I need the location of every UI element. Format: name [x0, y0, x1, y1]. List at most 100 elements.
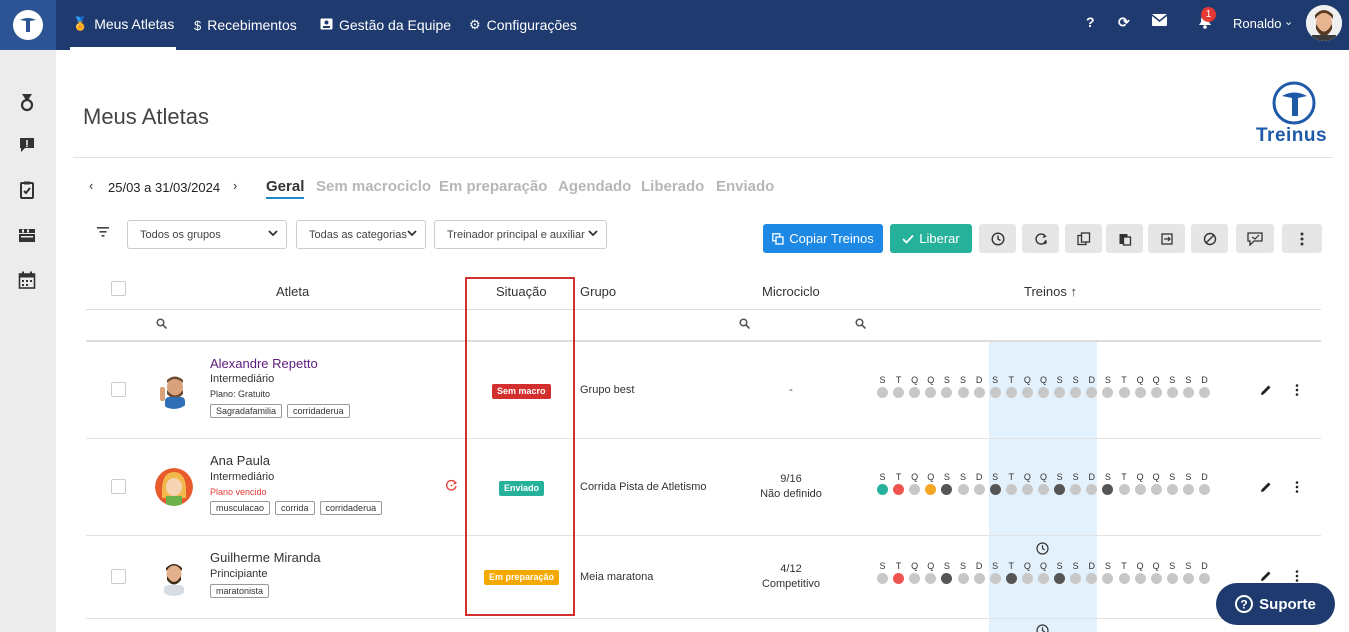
training-dot[interactable]	[1118, 484, 1130, 495]
training-dot[interactable]	[1102, 484, 1114, 495]
search-icon[interactable]	[739, 318, 750, 329]
col-microcycle[interactable]: Microciclo	[762, 284, 820, 299]
user-avatar[interactable]	[1306, 5, 1342, 41]
tab-enviado[interactable]: Enviado	[716, 178, 774, 195]
athlete-name[interactable]: Ana Paula	[210, 453, 270, 468]
row-checkbox[interactable]	[111, 479, 126, 494]
tab-liberado[interactable]: Liberado	[641, 178, 704, 195]
nav-meus-atletas[interactable]: 🏅 Meus Atletas	[70, 0, 177, 50]
training-dot[interactable]	[893, 387, 905, 398]
training-dot[interactable]	[1182, 484, 1194, 495]
training-dot[interactable]	[909, 387, 921, 398]
training-dot[interactable]	[1199, 387, 1210, 398]
training-dot[interactable]	[941, 484, 953, 495]
training-dot[interactable]	[989, 484, 1001, 495]
training-dot[interactable]	[1150, 484, 1162, 495]
training-dot[interactable]	[1005, 387, 1017, 398]
athlete-name-link[interactable]: Alexandre Repetto	[210, 356, 318, 371]
nav-gestao-equipe[interactable]: Gestão da Equipe	[320, 0, 451, 50]
alert-message-icon[interactable]	[17, 135, 37, 155]
training-dot[interactable]	[957, 484, 969, 495]
training-dot[interactable]	[877, 573, 888, 584]
training-dot[interactable]	[1166, 387, 1178, 398]
training-dot[interactable]	[909, 484, 921, 495]
training-dot[interactable]	[1005, 484, 1017, 495]
training-dot[interactable]	[1199, 573, 1210, 584]
training-dot[interactable]	[1021, 573, 1033, 584]
more-actions-button[interactable]	[1282, 224, 1322, 253]
training-dot[interactable]	[973, 573, 985, 584]
training-dot[interactable]	[1182, 387, 1194, 398]
training-dot[interactable]	[893, 573, 905, 584]
row-menu-icon[interactable]	[1295, 481, 1299, 493]
training-dot[interactable]	[1005, 573, 1017, 584]
chevron-right-icon[interactable]: ›	[233, 178, 237, 193]
training-dot[interactable]	[1134, 387, 1146, 398]
mail-icon[interactable]	[1151, 13, 1168, 29]
training-dot[interactable]	[1118, 573, 1130, 584]
filter-icon[interactable]	[97, 227, 109, 237]
training-dot[interactable]	[925, 484, 937, 495]
swap-button[interactable]	[1148, 224, 1185, 253]
row-checkbox[interactable]	[111, 569, 126, 584]
training-dot[interactable]	[877, 484, 888, 495]
col-athlete[interactable]: Atleta	[276, 284, 309, 299]
clipboard-check-icon[interactable]	[17, 180, 37, 200]
nav-recebimentos[interactable]: $ Recebimentos	[194, 0, 297, 50]
training-dot[interactable]	[973, 484, 985, 495]
training-dot[interactable]	[1038, 573, 1049, 584]
training-dot[interactable]	[1150, 387, 1162, 398]
col-group[interactable]: Grupo	[580, 284, 616, 299]
chevron-left-icon[interactable]: ‹	[89, 178, 93, 193]
training-dot[interactable]	[1038, 484, 1049, 495]
row-checkbox[interactable]	[111, 382, 126, 397]
coach-select[interactable]: Treinador principal e auxiliar	[434, 220, 607, 249]
calendar-icon[interactable]	[17, 270, 37, 290]
sync-icon[interactable]: ⟳	[1118, 14, 1130, 31]
training-dot[interactable]	[957, 387, 969, 398]
training-dot[interactable]	[1102, 573, 1114, 584]
training-dot[interactable]	[1118, 387, 1130, 398]
training-dot[interactable]	[989, 573, 1001, 584]
nav-configuracoes[interactable]: ⚙ Configurações	[469, 0, 577, 50]
training-dot[interactable]	[1102, 387, 1114, 398]
search-icon[interactable]	[855, 318, 866, 329]
copy-trainings-button[interactable]: Copiar Treinos	[763, 224, 883, 253]
row-menu-icon[interactable]	[1295, 384, 1299, 396]
edit-icon[interactable]	[1260, 481, 1272, 493]
chevron-down-icon[interactable]: ⌄	[1284, 15, 1293, 28]
training-dot[interactable]	[1166, 484, 1178, 495]
training-dot[interactable]	[925, 387, 937, 398]
search-icon[interactable]	[156, 318, 167, 329]
cancel-button[interactable]	[1191, 224, 1228, 253]
training-dot[interactable]	[1166, 573, 1178, 584]
training-dot[interactable]	[941, 573, 953, 584]
renew-plan-icon[interactable]	[445, 479, 458, 492]
training-dot[interactable]	[989, 387, 1001, 398]
tab-geral[interactable]: Geral	[266, 178, 305, 199]
training-dot[interactable]	[1038, 387, 1049, 398]
training-dot[interactable]	[893, 484, 905, 495]
clapperboard-icon[interactable]	[17, 225, 37, 245]
app-logo[interactable]	[0, 0, 56, 50]
training-dot[interactable]	[941, 387, 953, 398]
row-menu-icon[interactable]	[1295, 570, 1299, 582]
schedule-button[interactable]	[979, 224, 1016, 253]
training-dot[interactable]	[1182, 573, 1194, 584]
training-dot[interactable]	[1199, 484, 1210, 495]
duplicate-button[interactable]	[1065, 224, 1102, 253]
tab-sem-macrociclo[interactable]: Sem macrociclo	[316, 178, 431, 195]
training-dot[interactable]	[1134, 484, 1146, 495]
send-button[interactable]	[1236, 224, 1274, 253]
col-trainings[interactable]: Treinos ↑	[1024, 284, 1077, 299]
training-dot[interactable]	[1150, 573, 1162, 584]
help-icon[interactable]: ?	[1086, 14, 1095, 30]
categories-select[interactable]: Todas as categorias	[296, 220, 426, 249]
training-dot[interactable]	[1021, 484, 1033, 495]
select-all-checkbox[interactable]	[111, 281, 126, 296]
training-dot[interactable]	[1134, 573, 1146, 584]
training-dot[interactable]	[877, 387, 888, 398]
training-dot[interactable]	[957, 573, 969, 584]
user-name[interactable]: Ronaldo	[1233, 16, 1281, 31]
edit-icon[interactable]	[1260, 384, 1272, 396]
